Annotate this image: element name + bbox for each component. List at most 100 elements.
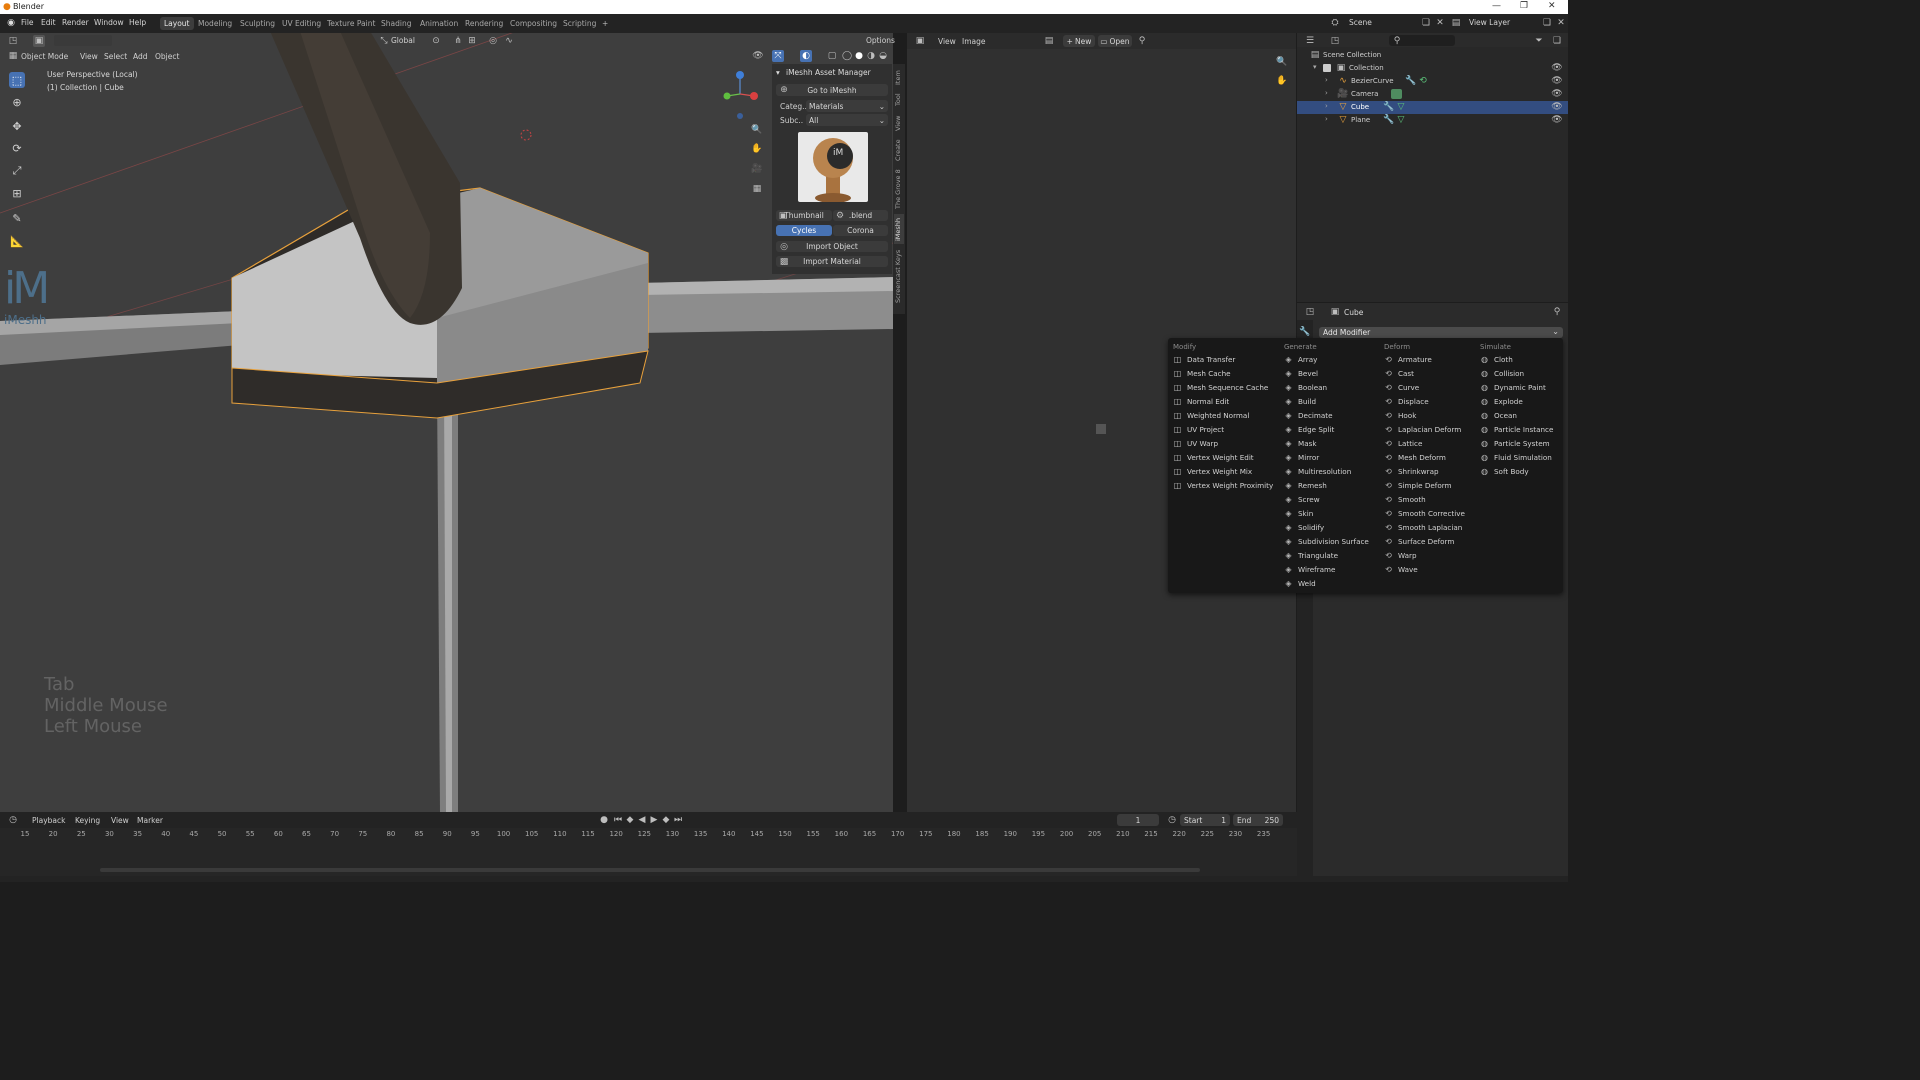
modifier-item-mesh-deform[interactable]: ⟲ Mesh Deform: [1383, 451, 1446, 464]
measure-tool-icon[interactable]: 📐: [9, 233, 25, 249]
modifier-item-laplacian-deform[interactable]: ⟲ Laplacian Deform: [1383, 423, 1461, 436]
viewport-menu-select[interactable]: Select: [104, 52, 127, 61]
thumbnail-button[interactable]: ▣ Thumbnail: [776, 210, 832, 221]
modifier-item-wireframe[interactable]: ◈ Wireframe: [1283, 563, 1335, 576]
object-mode-dropdown[interactable]: Object Mode: [21, 52, 68, 61]
modifier-item-mesh-sequence-cache[interactable]: ◫ Mesh Sequence Cache: [1172, 381, 1269, 394]
modifier-item-solidify[interactable]: ◈ Solidify: [1283, 521, 1324, 534]
modifier-item-dynamic-paint[interactable]: ◍ Dynamic Paint: [1479, 381, 1546, 394]
eye-icon[interactable]: 👁: [1551, 114, 1563, 126]
outliner-search-input[interactable]: ⚲: [1389, 35, 1455, 46]
visibility-filter-icon[interactable]: 👁: [752, 50, 764, 62]
filter-icon[interactable]: ⏷: [1533, 35, 1545, 47]
sidebar-tab-item[interactable]: Item: [894, 68, 904, 88]
menu-window[interactable]: Window: [94, 18, 124, 27]
scene-name[interactable]: Scene: [1349, 18, 1372, 27]
tab-compositing[interactable]: Compositing: [506, 17, 561, 30]
modifier-item-cast[interactable]: ⟲ Cast: [1383, 367, 1414, 380]
select-tool-icon[interactable]: ⬚: [9, 72, 25, 88]
tab-rendering[interactable]: Rendering: [461, 17, 507, 30]
eye-icon[interactable]: 👁: [1551, 101, 1563, 113]
clock-icon[interactable]: ◷: [1166, 814, 1178, 826]
viewport-menu-object[interactable]: Object: [155, 52, 179, 61]
eye-icon[interactable]: 👁: [1551, 75, 1563, 87]
modifier-item-soft-body[interactable]: ◍ Soft Body: [1479, 465, 1529, 478]
blender-menu-icon[interactable]: ◉: [5, 17, 17, 29]
prev-keyframe-icon[interactable]: ◆: [624, 814, 636, 826]
modifier-item-edge-split[interactable]: ◈ Edge Split: [1283, 423, 1334, 436]
modifier-item-normal-edit[interactable]: ◫ Normal Edit: [1172, 395, 1230, 408]
falloff-icon[interactable]: ∿: [503, 35, 515, 47]
modifier-item-lattice[interactable]: ⟲ Lattice: [1383, 437, 1422, 450]
editor-type-icon[interactable]: ◳: [1304, 306, 1316, 318]
tab-texture-paint[interactable]: Texture Paint: [323, 17, 379, 30]
material-shading-icon[interactable]: ◑: [865, 50, 877, 62]
viewport-menu-view[interactable]: View: [80, 52, 98, 61]
modifier-item-particle-system[interactable]: ◍ Particle System: [1479, 437, 1550, 450]
navigation-gizmo[interactable]: [720, 68, 770, 124]
pan-hand-icon[interactable]: ✋: [751, 143, 763, 155]
outliner-row-plane[interactable]: › ▽ Plane 🔧 ▽ 👁: [1297, 114, 1568, 127]
modifier-item-remesh[interactable]: ◈ Remesh: [1283, 479, 1326, 492]
timeline-menu-marker[interactable]: Marker: [137, 816, 163, 825]
gizmo-toggle-icon[interactable]: ⤧: [772, 50, 784, 62]
pin-icon[interactable]: ⚲: [1136, 35, 1148, 47]
modifier-item-bevel[interactable]: ◈ Bevel: [1283, 367, 1318, 380]
go-to-imeshh-button[interactable]: ⊕ Go to iMeshh: [776, 84, 888, 96]
modifier-item-mask[interactable]: ◈ Mask: [1283, 437, 1316, 450]
select-box-icon[interactable]: ▣: [33, 35, 45, 47]
import-object-button[interactable]: ◎ Import Object: [776, 241, 888, 252]
import-material-button[interactable]: ▩ Import Material: [776, 256, 888, 267]
rendered-shading-icon[interactable]: ◒: [877, 50, 889, 62]
minimize-icon[interactable]: —: [1492, 1, 1501, 11]
end-frame-field[interactable]: End 250: [1233, 814, 1283, 826]
modifier-item-smooth[interactable]: ⟲ Smooth: [1383, 493, 1426, 506]
next-keyframe-icon[interactable]: ◆: [660, 814, 672, 826]
modifier-item-multiresolution[interactable]: ◈ Multiresolution: [1283, 465, 1351, 478]
solid-shading-icon[interactable]: ●: [853, 50, 865, 62]
modifier-item-fluid-simulation[interactable]: ◍ Fluid Simulation: [1479, 451, 1552, 464]
sidebar-tab-imeshh[interactable]: iMeshh: [894, 214, 904, 244]
modifier-item-explode[interactable]: ◍ Explode: [1479, 395, 1523, 408]
outliner-row-collection[interactable]: ▾ ▣ Collection 👁: [1297, 62, 1568, 75]
modifier-item-data-transfer[interactable]: ◫ Data Transfer: [1172, 353, 1236, 366]
modifier-item-screw[interactable]: ◈ Screw: [1283, 493, 1319, 506]
engine-cycles-button[interactable]: Cycles: [776, 225, 832, 236]
modifier-tab-icon[interactable]: 🔧: [1299, 326, 1311, 338]
eye-icon[interactable]: 👁: [1551, 62, 1563, 74]
snap-icon[interactable]: ⋔: [452, 35, 464, 47]
transform-tool-icon[interactable]: ⊞: [9, 185, 25, 201]
tab-layout[interactable]: Layout: [160, 17, 194, 30]
wireframe-shading-icon[interactable]: ◯: [841, 50, 853, 62]
camera-view-icon[interactable]: 🎥: [751, 163, 763, 175]
delete-view-layer-icon[interactable]: ✕: [1555, 17, 1567, 29]
tab-shading[interactable]: Shading: [377, 17, 415, 30]
view-layer-name[interactable]: View Layer: [1469, 18, 1510, 27]
outliner-row-beziercurve[interactable]: › ∿ BezierCurve 🔧 ⟲ 👁: [1297, 75, 1568, 88]
modifier-item-simple-deform[interactable]: ⟲ Simple Deform: [1383, 479, 1451, 492]
sidebar-tab-the-grove[interactable]: The Grove 8: [894, 166, 904, 212]
pivot-icon[interactable]: ⊙: [430, 35, 442, 47]
image-browse-icon[interactable]: ▤: [1043, 35, 1055, 47]
eye-icon[interactable]: 👁: [1551, 88, 1563, 100]
ortho-grid-icon[interactable]: ▦: [751, 183, 763, 195]
timeline-scrollbar[interactable]: [100, 868, 1200, 872]
start-frame-field[interactable]: Start 1: [1180, 814, 1230, 826]
modifier-item-surface-deform[interactable]: ⟲ Surface Deform: [1383, 535, 1454, 548]
modifier-item-shrinkwrap[interactable]: ⟲ Shrinkwrap: [1383, 465, 1438, 478]
expand-arrow-icon[interactable]: ›: [1325, 102, 1328, 110]
sidebar-tab-screencast-keys[interactable]: Screencast Keys: [894, 246, 904, 306]
proportional-edit-icon[interactable]: ◎: [487, 35, 499, 47]
menu-edit[interactable]: Edit: [41, 18, 56, 27]
editor-type-icon[interactable]: ◷: [7, 814, 19, 826]
scale-tool-icon[interactable]: ⤢: [9, 163, 25, 179]
modifier-item-uv-warp[interactable]: ◫ UV Warp: [1172, 437, 1218, 450]
play-icon[interactable]: ▶: [648, 814, 660, 826]
modifier-item-vertex-weight-edit[interactable]: ◫ Vertex Weight Edit: [1172, 451, 1254, 464]
outliner-row-camera[interactable]: › 🎥 Camera 👁: [1297, 88, 1568, 101]
modifier-item-build[interactable]: ◈ Build: [1283, 395, 1316, 408]
modifier-item-mirror[interactable]: ◈ Mirror: [1283, 451, 1319, 464]
modifier-item-smooth-laplacian[interactable]: ⟲ Smooth Laplacian: [1383, 521, 1462, 534]
pin-icon[interactable]: ⚲: [1551, 306, 1563, 318]
modifier-item-vertex-weight-proximity[interactable]: ◫ Vertex Weight Proximity: [1172, 479, 1274, 492]
